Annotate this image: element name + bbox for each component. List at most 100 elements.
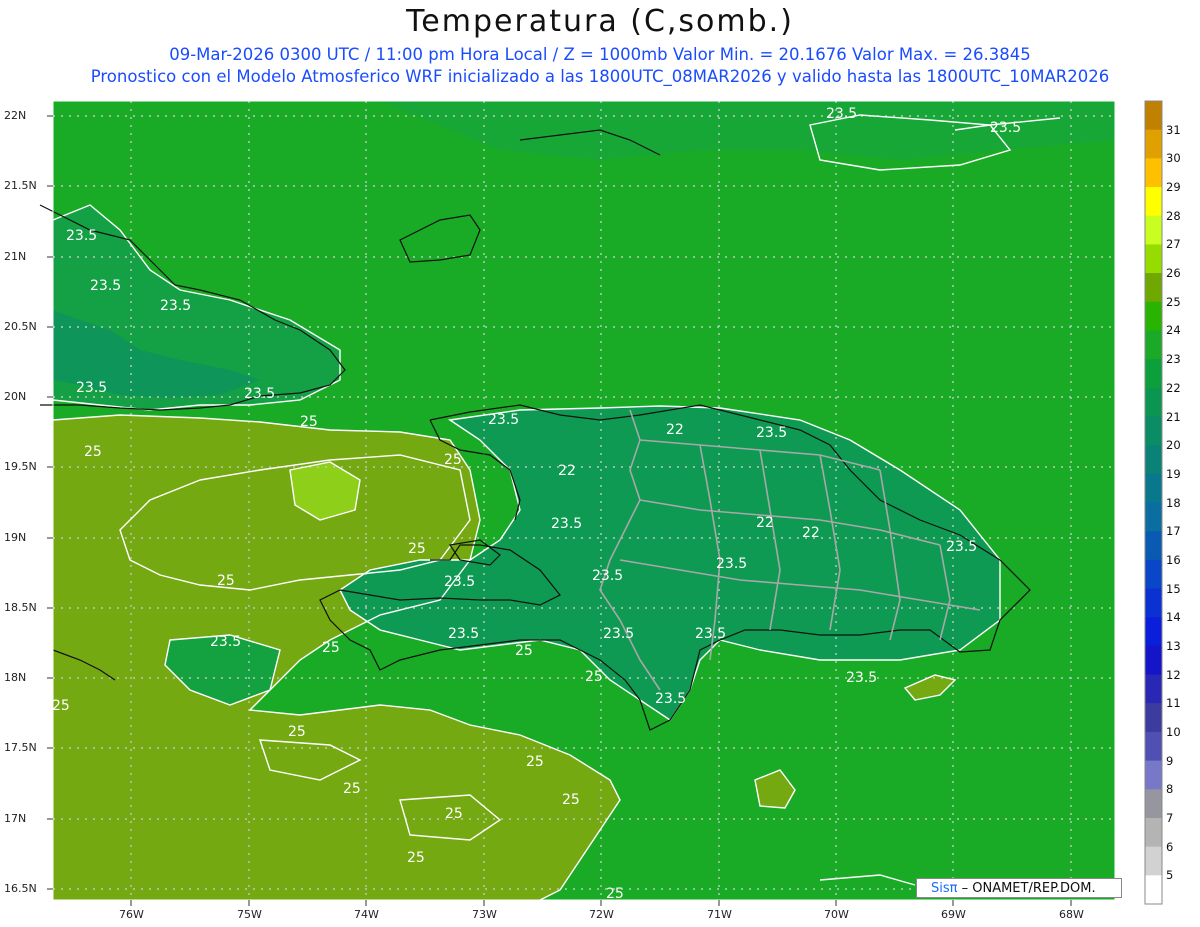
colorbar-swatch: [1145, 789, 1162, 819]
lat-label: 19.5N: [4, 460, 37, 473]
contour-label: 25: [526, 754, 544, 770]
contour-label: 25: [585, 669, 603, 685]
contour-label: 23.5: [90, 278, 121, 294]
contour-label: 22: [666, 422, 684, 438]
colorbar-swatch: [1145, 645, 1162, 676]
contour-label: 25: [445, 806, 463, 822]
lon-label: 75W: [237, 908, 262, 921]
lat-label: 21N: [4, 250, 27, 263]
colorbar-label: 23: [1166, 352, 1181, 367]
colorbar-swatch: [1145, 760, 1162, 790]
contour-label: 22: [802, 525, 820, 541]
colorbar-swatch: [1145, 273, 1162, 303]
colorbar-label: 9: [1166, 753, 1174, 768]
colorbar-label: 19: [1166, 466, 1181, 481]
contour-label: 23.5: [655, 691, 686, 707]
contour-label: 23.5: [488, 412, 519, 428]
contour-label: 22: [558, 463, 576, 479]
lon-label: 74W: [354, 908, 379, 921]
contour-label: 23.5: [76, 380, 107, 396]
lon-label: 68W: [1059, 908, 1084, 921]
contour-label: 25: [322, 640, 340, 656]
contour-label: 23.5: [551, 516, 582, 532]
contour-label: 25: [408, 541, 426, 557]
lon-label: 73W: [472, 908, 497, 921]
colorbar-label: 15: [1166, 581, 1181, 596]
colorbar-label: 7: [1166, 811, 1174, 825]
colorbar-label: 16: [1166, 552, 1181, 567]
colorbar-label: 6: [1166, 839, 1174, 854]
colorbar-swatch: [1145, 244, 1162, 274]
colorbar-label: 20: [1166, 438, 1181, 453]
colorbar-swatch: [1145, 129, 1162, 159]
colorbar-label: 28: [1166, 208, 1181, 223]
contour-label: 25: [288, 724, 306, 740]
lat-label: 22N: [4, 109, 27, 122]
contour-label: 23.5: [244, 386, 275, 402]
credit-sis: Sisπ: [931, 881, 958, 896]
credit-org: – ONAMET/REP.DOM.: [957, 881, 1096, 896]
contour-label: 23.5: [756, 425, 787, 441]
colorbar-swatch: [1145, 473, 1162, 503]
contour-label: 25: [562, 792, 580, 808]
colorbar-label: 13: [1166, 638, 1181, 653]
colorbar-label: 12: [1166, 667, 1181, 682]
lat-label: 18.5N: [4, 601, 37, 614]
colorbar-label: 5: [1166, 868, 1174, 883]
contour-label: 23.5: [66, 228, 97, 244]
contour-label: 25: [343, 781, 361, 797]
colorbar-label: 18: [1166, 495, 1181, 510]
lon-label: 72W: [589, 908, 614, 921]
contour-label: 25: [52, 698, 70, 714]
colorbar-label: 24: [1166, 323, 1181, 338]
colorbar-label: 14: [1166, 610, 1181, 625]
contour-label: 23.5: [160, 298, 191, 314]
contour-label: 25: [84, 444, 102, 460]
colorbar-swatch: [1145, 187, 1162, 217]
colorbar: [1144, 100, 1163, 905]
lon-label: 70W: [824, 908, 849, 921]
colorbar-label: 25: [1166, 294, 1181, 309]
colorbar-label: 31: [1166, 122, 1181, 137]
lat-label: 20N: [4, 390, 27, 403]
colorbar-swatch: [1145, 445, 1162, 475]
colorbar-swatch: [1145, 588, 1162, 618]
colorbar-swatch: [1145, 875, 1162, 905]
credit-box: Sisπ – ONAMET/REP.DOM.: [916, 878, 1122, 898]
colorbar-label: 26: [1166, 266, 1181, 281]
contour-label: 22: [756, 515, 774, 531]
contour-label: 23.5: [826, 106, 857, 122]
lat-label: 17N: [4, 812, 27, 825]
colorbar-label: 22: [1166, 380, 1181, 395]
contour-label: 23.5: [448, 626, 479, 642]
colorbar-swatch: [1145, 617, 1162, 647]
contour-label: 23.5: [716, 556, 747, 572]
colorbar-swatch: [1145, 301, 1162, 331]
lat-label: 21.5N: [4, 179, 37, 192]
colorbar-swatch: [1145, 215, 1162, 245]
lon-label: 69W: [941, 908, 966, 921]
lon-label: 76W: [119, 908, 144, 921]
lat-label: 18N: [4, 671, 27, 684]
contour-label: 23.5: [592, 568, 623, 584]
colorbar-label: 17: [1166, 524, 1181, 539]
contour-label: 23.5: [603, 626, 634, 642]
lat-label: 19N: [4, 531, 27, 544]
colorbar-label: 11: [1166, 696, 1181, 711]
lat-label: 20.5N: [4, 320, 37, 333]
colorbar-swatch: [1145, 559, 1162, 590]
colorbar-swatch: [1145, 502, 1162, 532]
colorbar-swatch: [1145, 416, 1162, 446]
colorbar-swatch: [1145, 387, 1162, 417]
colorbar-label: 21: [1166, 409, 1181, 424]
contour-label: 23.5: [210, 634, 241, 650]
lon-label: 71W: [707, 908, 732, 921]
contour-label: 23.5: [946, 539, 977, 555]
colorbar-swatch: [1145, 703, 1162, 733]
colorbar-swatch: [1145, 731, 1162, 762]
colorbar-swatch: [1145, 531, 1162, 561]
colorbar-swatch: [1145, 359, 1162, 389]
colorbar-swatch: [1145, 330, 1162, 360]
contour-label: 23.5: [990, 120, 1021, 136]
colorbar-swatch: [1145, 158, 1162, 188]
